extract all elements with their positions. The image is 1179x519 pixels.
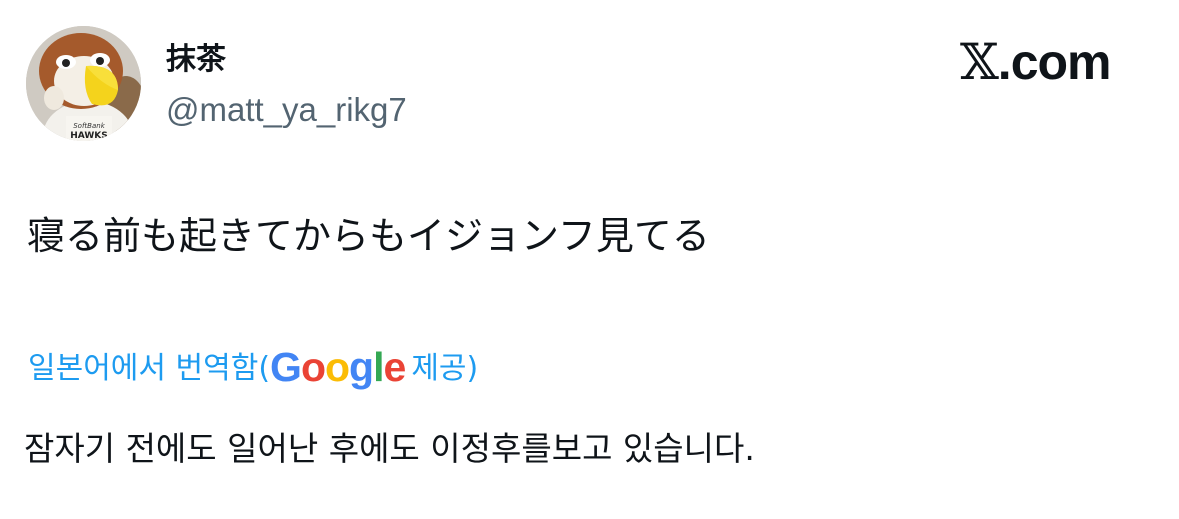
svg-text:SoftBank: SoftBank bbox=[73, 122, 105, 130]
display-name[interactable]: 抹茶 bbox=[166, 40, 226, 80]
tweet-text: 寝る前も起きてからもイジョンフ見てる bbox=[27, 214, 710, 258]
google-logo-letter: g bbox=[349, 343, 374, 390]
google-logo-letter: o bbox=[300, 343, 326, 390]
translation-attribution: 일본어에서 번역함( Google 제공) bbox=[28, 340, 478, 390]
provided-by-label: 제공) bbox=[411, 351, 479, 386]
google-logo-letter: G bbox=[270, 343, 302, 390]
svg-text:HAWKS: HAWKS bbox=[70, 131, 107, 141]
brand-suffix: .com bbox=[997, 34, 1112, 90]
x-com-logo: 𝕏.com bbox=[960, 32, 1111, 92]
bird-mascot-avatar-icon: SoftBank HAWKS bbox=[26, 26, 141, 141]
avatar[interactable]: SoftBank HAWKS bbox=[26, 26, 141, 141]
google-logo-letter: o bbox=[325, 343, 350, 390]
x-logo-icon: 𝕏 bbox=[960, 33, 999, 91]
user-handle[interactable]: @matt_ya_rikg7 bbox=[166, 88, 407, 132]
google-logo-letter: l bbox=[373, 343, 384, 390]
translated-from-link[interactable]: 일본어에서 번역함( bbox=[28, 343, 270, 387]
google-logo-letter: e bbox=[383, 343, 407, 390]
google-logo: Google bbox=[270, 343, 407, 391]
translated-tweet-text: 잠자기 전에도 일어난 후에도 이정후를보고 있습니다. bbox=[24, 429, 755, 468]
